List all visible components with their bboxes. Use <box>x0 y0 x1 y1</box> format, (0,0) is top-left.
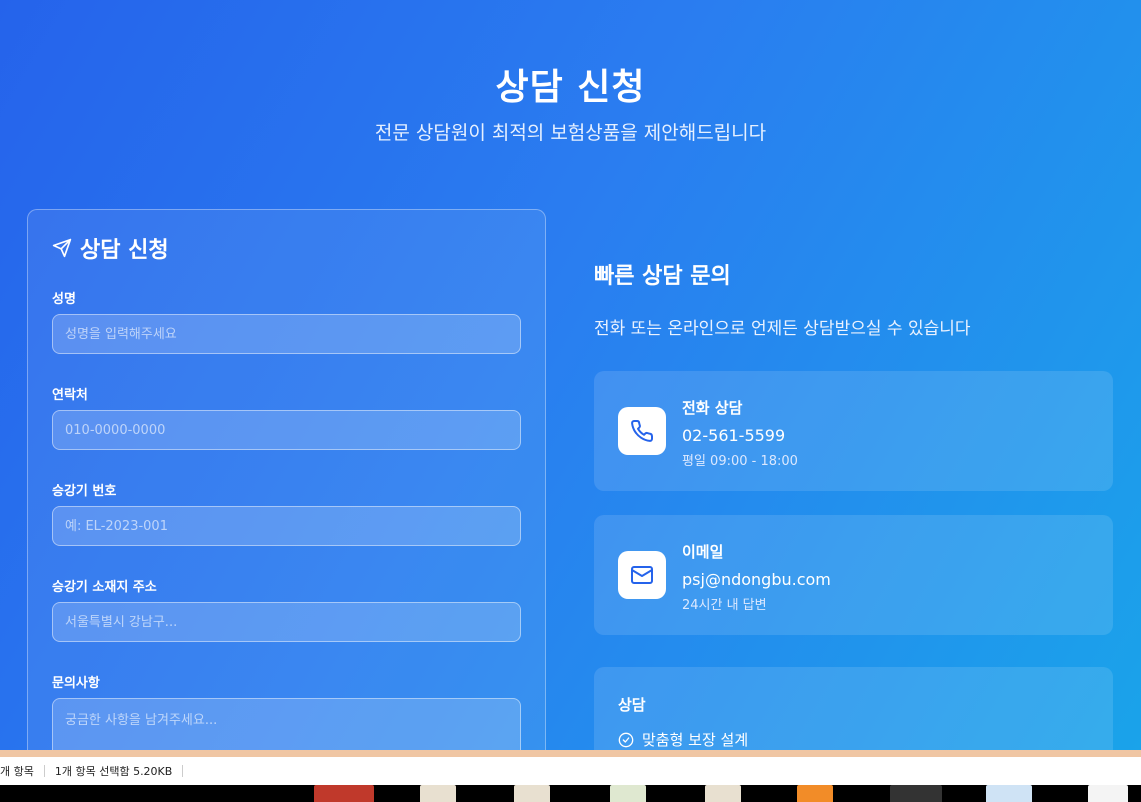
consultation-form: 상담 신청 성명 연락처 승강기 번호 승강기 소재지 주소 문의사항 <box>27 209 546 750</box>
file-icon[interactable] <box>705 785 741 802</box>
app-icon[interactable] <box>314 785 374 802</box>
quick-contact-title: 빠른 상담 문의 <box>594 264 731 289</box>
email-address: psj@ndongbu.com <box>682 570 831 589</box>
explorer-status-bar: 개 항목 1개 항목 선택함 5.20KB <box>0 757 1141 785</box>
status-separator <box>43 765 45 777</box>
file-icon[interactable] <box>420 785 456 802</box>
consult-benefits-title: 상담 <box>618 696 646 714</box>
form-title-label: 상담 신청 <box>80 238 169 263</box>
elevator-number-input[interactable] <box>52 506 521 546</box>
elevator-address-label: 승강기 소재지 주소 <box>52 580 157 595</box>
mail-icon-box <box>618 551 666 599</box>
quick-contact-description: 전화 또는 온라인으로 언제든 상담받으실 수 있습니다 <box>594 319 971 339</box>
page-title: 상담 신청 <box>495 67 646 108</box>
phone-label: 연락처 <box>52 388 88 403</box>
status-divider <box>0 750 1141 757</box>
phone-icon <box>631 419 654 442</box>
email-contact-card[interactable]: 이메일 psj@ndongbu.com 24시간 내 답변 <box>594 515 1113 635</box>
file-icon[interactable] <box>1088 785 1128 802</box>
elevator-number-label: 승강기 번호 <box>52 484 117 499</box>
consultation-page: 상담 신청 전문 상담원이 최적의 보험상품을 제안해드립니다 상담 신청 성명… <box>0 0 1141 750</box>
elevator-address-input[interactable] <box>52 602 521 642</box>
name-input[interactable] <box>52 314 521 354</box>
phone-input[interactable] <box>52 410 521 450</box>
consult-benefits-card: 상담 맞춤형 보장 설계 <box>594 667 1113 750</box>
app-icon[interactable] <box>797 785 833 802</box>
phone-contact-card[interactable]: 전화 상담 02-561-5599 평일 09:00 - 18:00 <box>594 371 1113 491</box>
phone-number: 02-561-5599 <box>682 426 786 445</box>
file-icon[interactable] <box>610 785 646 802</box>
phone-card-title: 전화 상담 <box>682 399 743 417</box>
check-circle-icon <box>618 732 634 747</box>
item-count-text: 개 항목 <box>0 765 34 778</box>
status-separator <box>182 765 184 777</box>
form-title: 상담 신청 <box>52 232 169 264</box>
send-icon <box>52 238 72 258</box>
phone-icon-box <box>618 407 666 455</box>
page-subtitle: 전문 상담원이 최적의 보험상품을 제안해드립니다 <box>374 122 767 144</box>
taskbar <box>0 785 1141 802</box>
name-label: 성명 <box>52 292 76 307</box>
email-card-title: 이메일 <box>682 543 724 561</box>
printer-icon[interactable] <box>890 785 942 802</box>
consult-benefit-item: 맞춤형 보장 설계 <box>618 729 748 750</box>
consult-benefit-label: 맞춤형 보장 설계 <box>642 731 749 749</box>
inquiry-textarea[interactable] <box>52 698 521 750</box>
phone-hours: 평일 09:00 - 18:00 <box>682 454 798 469</box>
mail-icon <box>631 566 653 584</box>
inquiry-label: 문의사항 <box>52 676 100 691</box>
email-response-time: 24시간 내 답변 <box>682 598 767 613</box>
file-icon[interactable] <box>514 785 550 802</box>
selection-text: 1개 항목 선택함 5.20KB <box>54 765 173 778</box>
app-icon[interactable] <box>986 785 1032 802</box>
